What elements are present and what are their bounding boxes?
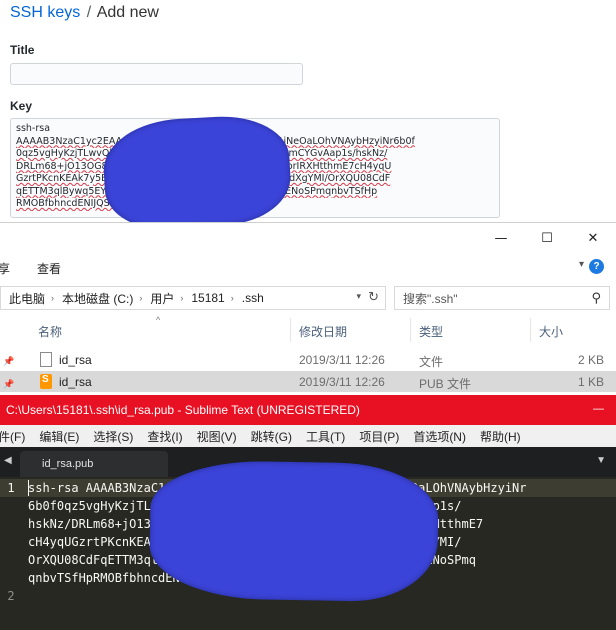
file-size: 2 KB bbox=[578, 353, 605, 367]
pin-icon: 📌 bbox=[3, 356, 15, 366]
line-number bbox=[0, 551, 22, 569]
address-part[interactable]: 此电脑 bbox=[9, 290, 45, 307]
help-icon[interactable]: ? bbox=[589, 259, 604, 274]
ribbon-tab-share[interactable]: 享 bbox=[0, 260, 10, 277]
breadcrumb-ssh-keys-link[interactable]: SSH keys bbox=[10, 4, 80, 21]
column-divider[interactable] bbox=[530, 318, 531, 342]
sublime-file-icon bbox=[40, 374, 52, 389]
address-part[interactable]: 15181 bbox=[191, 291, 224, 305]
column-divider[interactable] bbox=[410, 318, 411, 342]
column-divider[interactable] bbox=[290, 318, 291, 342]
address-bar[interactable]: 此电脑 › 本地磁盘 (C:) › 用户 › 15181 › .ssh ▾ ↻ bbox=[0, 286, 386, 310]
minimize-icon[interactable]: — bbox=[593, 403, 604, 415]
search-box[interactable]: 搜索".ssh" ⚲ bbox=[394, 286, 610, 310]
minimize-button[interactable]: — bbox=[478, 223, 524, 253]
web-page: SSH keys / Add new Title Key ssh-rsa AAA… bbox=[0, 0, 616, 225]
file-type: 文件 bbox=[419, 355, 444, 369]
file-icon bbox=[40, 352, 52, 367]
file-name: id_rsa bbox=[59, 375, 92, 389]
sort-ascending-icon: ^ bbox=[156, 315, 161, 325]
tab-id-rsa-pub[interactable]: id_rsa.pub bbox=[20, 451, 168, 477]
tab-label: id_rsa.pub bbox=[42, 458, 94, 470]
menu-help[interactable]: 帮助(H) bbox=[480, 428, 521, 445]
search-placeholder: 搜索".ssh" bbox=[403, 291, 458, 306]
menu-preferences[interactable]: 首选项(N) bbox=[413, 428, 466, 445]
title-input[interactable] bbox=[10, 63, 303, 85]
menu-view[interactable]: 视图(V) bbox=[197, 428, 237, 445]
file-type: PUB 文件 bbox=[419, 377, 472, 391]
title-label: Title bbox=[10, 43, 35, 57]
line-number: 2 bbox=[7, 589, 15, 603]
column-size[interactable]: 大小 bbox=[539, 323, 563, 340]
menu-selection[interactable]: 选择(S) bbox=[93, 428, 133, 445]
chevron-down-icon[interactable]: ▾ bbox=[579, 259, 584, 270]
file-date: 2019/3/11 12:26 bbox=[299, 353, 385, 367]
line-number-gutter: 1 2 bbox=[0, 477, 22, 630]
window-title: C:\Users\15181\.ssh\id_rsa.pub - Sublime… bbox=[6, 403, 360, 417]
line-number: 1 bbox=[0, 479, 22, 497]
chevron-right-icon: › bbox=[139, 293, 143, 303]
menu-goto[interactable]: 跳转(G) bbox=[251, 428, 292, 445]
column-headers: ^ 名称 修改日期 类型 大小 bbox=[0, 315, 616, 342]
file-size: 1 KB bbox=[578, 375, 605, 389]
sublime-titlebar: C:\Users\15181\.ssh\id_rsa.pub - Sublime… bbox=[0, 395, 616, 425]
pin-icon: 📌 bbox=[3, 379, 15, 389]
menu-project[interactable]: 项目(P) bbox=[359, 428, 399, 445]
search-icon[interactable]: ⚲ bbox=[591, 290, 601, 306]
column-name[interactable]: 名称 bbox=[38, 323, 62, 340]
line-number bbox=[0, 497, 22, 515]
ribbon-tab-view[interactable]: 查看 bbox=[37, 260, 61, 277]
ribbon: 享 查看 ▾ ? bbox=[0, 253, 616, 281]
maximize-button[interactable]: ☐ bbox=[524, 223, 570, 253]
chevron-right-icon: › bbox=[51, 293, 55, 303]
text-caret bbox=[28, 480, 29, 496]
file-name: id_rsa bbox=[59, 353, 92, 367]
file-date: 2019/3/11 12:26 bbox=[299, 375, 385, 389]
redaction-scribble bbox=[148, 459, 440, 603]
address-part[interactable]: .ssh bbox=[242, 291, 264, 305]
refresh-icon[interactable]: ↻ bbox=[368, 289, 379, 305]
close-button[interactable]: ✕ bbox=[570, 223, 616, 253]
address-dropdown-icon[interactable]: ▾ bbox=[356, 291, 361, 302]
menu-tools[interactable]: 工具(T) bbox=[306, 428, 345, 445]
breadcrumb-separator: / bbox=[86, 4, 92, 21]
address-part[interactable]: 用户 bbox=[150, 290, 174, 307]
menu-find[interactable]: 查找(I) bbox=[147, 428, 182, 445]
menu-edit[interactable]: 编辑(E) bbox=[39, 428, 79, 445]
chevron-right-icon: › bbox=[180, 293, 184, 303]
line-number bbox=[0, 515, 22, 533]
breadcrumb: SSH keys / Add new bbox=[10, 4, 159, 22]
line-number bbox=[0, 569, 22, 587]
file-explorer-window: — ☐ ✕ 享 查看 ▾ ? 此电脑 › 本地磁盘 (C:) › 用户 › 15… bbox=[0, 222, 616, 397]
menu-file[interactable]: 件(F) bbox=[0, 428, 25, 445]
file-row-selected[interactable]: 📌 id_rsa 2019/3/11 12:26 PUB 文件 1 KB bbox=[0, 371, 616, 392]
column-date[interactable]: 修改日期 bbox=[299, 323, 347, 340]
menu-bar: 件(F) 编辑(E) 选择(S) 查找(I) 视图(V) 跳转(G) 工具(T)… bbox=[0, 425, 616, 447]
tab-list-dropdown-icon[interactable]: ▼ bbox=[596, 455, 606, 466]
column-type[interactable]: 类型 bbox=[419, 323, 443, 340]
key-label: Key bbox=[10, 99, 33, 113]
breadcrumb-current: Add new bbox=[96, 4, 159, 21]
file-row[interactable]: 📌 id_rsa 2019/3/11 12:26 文件 2 KB bbox=[0, 349, 616, 370]
tab-scroll-left-icon[interactable]: ◀ bbox=[4, 455, 12, 466]
address-part[interactable]: 本地磁盘 (C:) bbox=[62, 290, 133, 307]
window-controls: — ☐ ✕ bbox=[478, 223, 616, 253]
line-number bbox=[0, 533, 22, 551]
chevron-right-icon: › bbox=[230, 293, 234, 303]
